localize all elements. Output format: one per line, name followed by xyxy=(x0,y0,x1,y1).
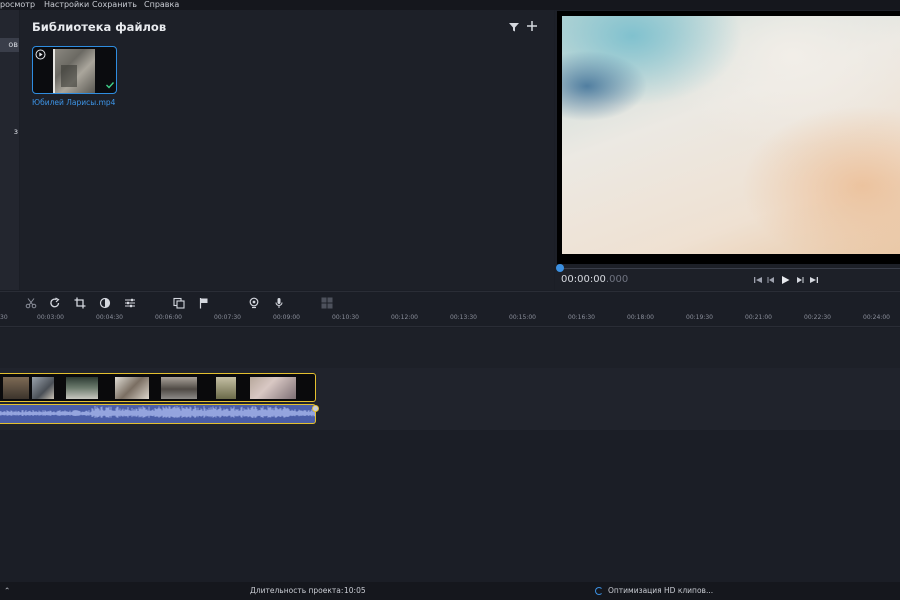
timeline-track-overlay[interactable] xyxy=(0,328,900,368)
color-adjust-icon[interactable] xyxy=(99,297,111,309)
skip-end-icon[interactable] xyxy=(808,274,820,286)
next-frame-icon[interactable] xyxy=(794,274,806,286)
library-title: Библиотека файлов xyxy=(32,20,167,34)
audio-waveform xyxy=(0,406,315,418)
timeline-toolbar xyxy=(0,291,900,313)
thumbnail-figure xyxy=(61,65,77,87)
expand-icon[interactable]: ⌃ xyxy=(4,582,10,600)
ruler-label: 00:15:00 xyxy=(509,314,536,321)
video-player[interactable] xyxy=(557,11,900,264)
redo-icon[interactable] xyxy=(49,297,61,309)
ruler-label: 00:06:00 xyxy=(155,314,182,321)
ruler-label: 00:03:00 xyxy=(37,314,64,321)
preview-scrub-handle[interactable] xyxy=(556,264,564,272)
menu-item-help[interactable]: Справка xyxy=(144,0,179,10)
duration-label: Длительность проекта: xyxy=(250,586,344,595)
plus-icon[interactable] xyxy=(525,19,539,33)
loading-spinner-icon xyxy=(595,587,603,595)
crop-icon[interactable] xyxy=(74,297,86,309)
ruler-label: 30 xyxy=(0,314,8,321)
check-icon xyxy=(106,82,115,89)
ruler-label: 00:07:30 xyxy=(214,314,241,321)
sidebar-item-transitions[interactable]: з xyxy=(0,125,19,139)
play-icon[interactable] xyxy=(779,274,791,286)
filmstrip-frame xyxy=(216,377,236,399)
ruler-label: 00:09:00 xyxy=(273,314,300,321)
flag-icon[interactable] xyxy=(198,297,210,309)
play-circle-icon[interactable] xyxy=(35,49,46,60)
video-frame-image xyxy=(562,16,900,254)
timeline-track-empty[interactable] xyxy=(0,430,900,582)
timeline-video-clip[interactable] xyxy=(0,373,316,402)
library-file-name[interactable]: Юбилей Ларисы.mp4 xyxy=(32,98,115,107)
timeline-audio-clip[interactable] xyxy=(0,404,316,424)
skip-start-icon[interactable] xyxy=(752,274,764,286)
filmstrip-frame xyxy=(32,377,54,399)
filmstrip-frame xyxy=(115,377,149,399)
ruler-label: 00:21:00 xyxy=(745,314,772,321)
menu-bar: росмотр Настройки Сохранить Справка xyxy=(0,0,900,10)
preview-timecode: 00:00:00.000 xyxy=(561,274,628,285)
menu-item-settings[interactable]: Настройки xyxy=(44,0,89,10)
ruler-label: 00:12:00 xyxy=(391,314,418,321)
ruler-label: 00:16:30 xyxy=(568,314,595,321)
file-library-panel: Библиотека файлов Юбилей Ларисы.mp4 xyxy=(20,10,554,290)
preview-scrub-bar[interactable] xyxy=(560,268,900,269)
filmstrip-frame xyxy=(3,377,29,399)
ruler-label: 00:18:00 xyxy=(627,314,654,321)
filmstrip-frame xyxy=(161,377,197,399)
preview-panel: 00:00:00.000 xyxy=(555,10,900,290)
scissors-icon[interactable] xyxy=(25,297,37,309)
sliders-icon[interactable] xyxy=(124,297,136,309)
duration-value: 10:05 xyxy=(344,586,366,595)
filmstrip-frame xyxy=(66,377,98,399)
status-bar: ⌃ Длительность проекта: 10:05 Оптимизаци… xyxy=(0,582,900,600)
ruler-label: 00:13:30 xyxy=(450,314,477,321)
optimization-status: Оптимизация HD клипов... xyxy=(608,586,714,595)
timecode-milliseconds: .000 xyxy=(605,274,629,285)
sidebar-item-files[interactable]: ов xyxy=(0,38,19,52)
clip-trim-handle[interactable] xyxy=(312,405,319,412)
left-sidebar: ов з xyxy=(0,10,19,290)
menu-item-save[interactable]: Сохранить xyxy=(92,0,137,10)
transport-controls xyxy=(752,274,827,286)
grid-icon[interactable] xyxy=(321,297,333,309)
library-file-thumbnail[interactable] xyxy=(32,46,117,94)
ruler-label: 00:10:30 xyxy=(332,314,359,321)
prev-frame-icon[interactable] xyxy=(765,274,777,286)
microphone-icon[interactable] xyxy=(273,297,285,309)
filter-icon[interactable] xyxy=(508,21,520,33)
filmstrip-frame xyxy=(250,377,296,399)
ruler-label: 00:04:30 xyxy=(96,314,123,321)
timeline-ruler[interactable]: 30 00:03:00 00:04:30 00:06:00 00:07:30 0… xyxy=(0,313,900,327)
overlay-icon[interactable] xyxy=(173,297,185,309)
menu-item-view[interactable]: росмотр xyxy=(0,0,35,10)
ruler-label: 00:22:30 xyxy=(804,314,831,321)
ruler-label: 00:24:00 xyxy=(863,314,890,321)
timecode-main: 00:00:00 xyxy=(561,274,606,285)
audio-waveform-path xyxy=(0,406,315,418)
ruler-label: 00:19:30 xyxy=(686,314,713,321)
record-video-icon[interactable] xyxy=(248,297,260,309)
